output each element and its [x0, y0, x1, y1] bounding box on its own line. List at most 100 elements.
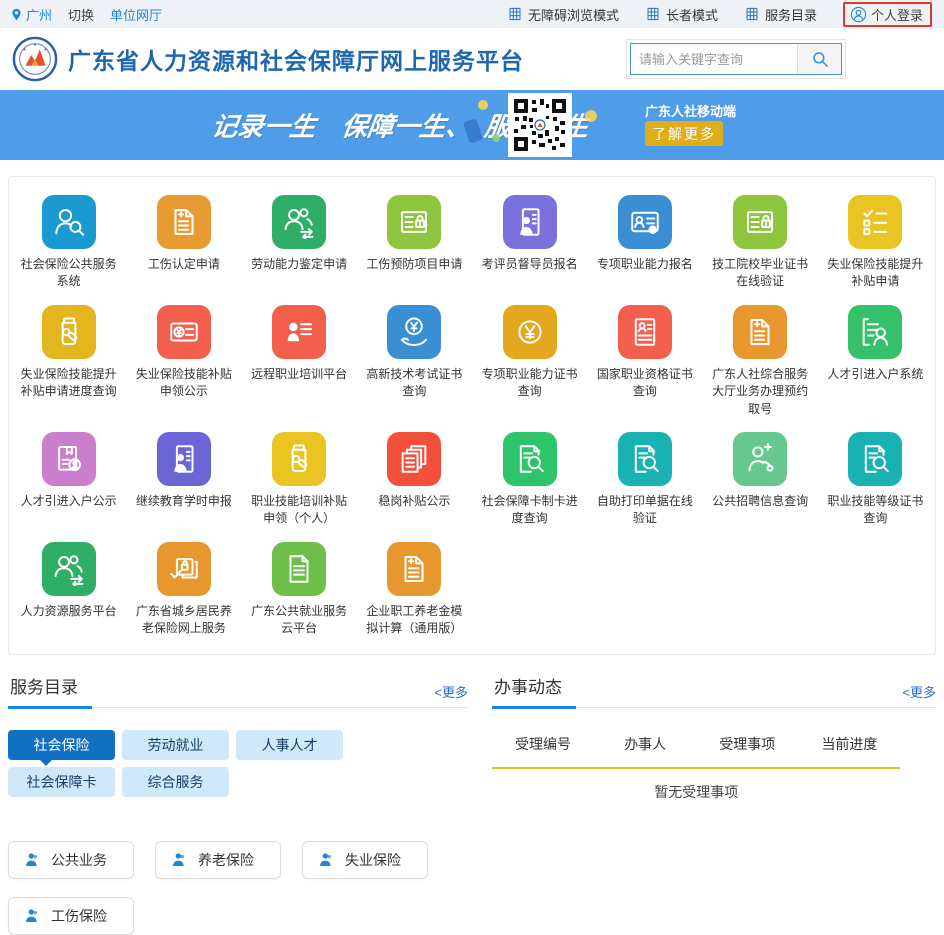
- category-button[interactable]: 失业保险: [302, 841, 428, 879]
- service-tile[interactable]: 社会保险公共服务系统: [11, 191, 126, 297]
- banner-decoration: [585, 110, 597, 122]
- service-tile[interactable]: 失业保险技能补贴申领公示: [126, 301, 241, 424]
- doc-plus-icon: [157, 195, 211, 249]
- topbar: 广州 切换 单位网厅 无障碍浏览模式 长者模式 服务目录 个人登录: [0, 0, 944, 28]
- person-list-icon: [272, 305, 326, 359]
- category-buttons: 公共业务 养老保险 失业保险 工伤保险: [8, 841, 458, 935]
- service-tile-label: 人才引进入户公示: [19, 493, 119, 510]
- site-logo: [12, 36, 58, 82]
- checklist-icon: [848, 195, 902, 249]
- service-tile[interactable]: 社会保障卡制卡进度查询: [472, 428, 587, 534]
- personal-login-button[interactable]: 个人登录: [843, 2, 932, 27]
- service-directory-tab[interactable]: 社会保障卡: [8, 767, 115, 797]
- accessibility-mode-link[interactable]: 无障碍浏览模式: [507, 5, 619, 24]
- service-tile[interactable]: 失业保险技能提升补贴申请进度查询: [11, 301, 126, 424]
- switch-city-link[interactable]: 切换: [68, 5, 94, 24]
- activity-more-link[interactable]: <更多: [902, 682, 936, 707]
- bottle-icon: [42, 305, 96, 359]
- doc-plus-icon: [733, 305, 787, 359]
- service-tile-label: 广东公共就业服务云平台: [244, 603, 355, 638]
- doc-search-icon: [848, 432, 902, 486]
- service-tile-label: 劳动能力鉴定申请: [249, 256, 349, 273]
- unit-hall-link[interactable]: 单位网厅: [110, 5, 162, 24]
- site-title: 广东省人力资源和社会保障厅网上服务平台: [68, 42, 524, 76]
- person-icon: [24, 908, 40, 924]
- service-tile[interactable]: 职业技能等级证书查询: [818, 428, 933, 534]
- service-tile[interactable]: 人才引进入户公示: [11, 428, 126, 534]
- grid-icon: [744, 6, 760, 22]
- activity-empty-text: 暂无受理事项: [492, 782, 900, 802]
- search-button[interactable]: [797, 44, 841, 74]
- service-tile[interactable]: 广东公共就业服务云平台: [242, 538, 357, 644]
- elder-mode-link[interactable]: 长者模式: [645, 5, 718, 24]
- search-input[interactable]: [631, 44, 797, 74]
- service-tile[interactable]: 广东人社综合服务大厅业务办理预约取号: [703, 301, 818, 424]
- category-button-label: 公共业务: [51, 850, 107, 870]
- hand-yen-icon: [387, 305, 441, 359]
- activity-title: 办事动态: [492, 671, 564, 707]
- service-tile-label: 职业技能等级证书查询: [820, 493, 931, 528]
- service-directory-tab[interactable]: 社会保险: [8, 730, 115, 760]
- person-doc-icon: [503, 195, 557, 249]
- category-button[interactable]: 公共业务: [8, 841, 134, 879]
- service-tile[interactable]: 稳岗补贴公示: [357, 428, 472, 534]
- service-tile[interactable]: 技工院校毕业证书在线验证: [703, 191, 818, 297]
- resume-icon: [618, 305, 672, 359]
- doc-icon: [272, 542, 326, 596]
- service-directory-tab[interactable]: 综合服务: [122, 767, 229, 797]
- service-tile[interactable]: 远程职业培训平台: [242, 301, 357, 424]
- service-tile-label: 人力资源服务平台: [19, 603, 119, 620]
- service-tile-label: 人才引进入户系统: [825, 366, 925, 383]
- activity-column-header: 受理事项: [696, 734, 798, 754]
- service-directory-link[interactable]: 服务目录: [744, 5, 817, 24]
- service-tile[interactable]: 国家职业资格证书查询: [587, 301, 702, 424]
- category-button[interactable]: 养老保险: [155, 841, 281, 879]
- service-tile[interactable]: 人才引进入户系统: [818, 301, 933, 424]
- service-tile-label: 企业职工养老金模拟计算（通用版）: [359, 603, 470, 638]
- service-tile-label: 社会保险公共服务系统: [13, 256, 124, 291]
- city-selector[interactable]: 广州: [10, 5, 52, 24]
- id-lock-icon: [733, 195, 787, 249]
- service-tile-label: 继续教育学时申报: [134, 493, 234, 510]
- service-tile-label: 失业保险技能提升补贴申请进度查询: [13, 366, 124, 401]
- activity-table-header: 受理编号办事人受理事项当前进度: [492, 734, 900, 754]
- service-tile[interactable]: 高新技术考试证书查询: [357, 301, 472, 424]
- user-circle-icon: [850, 6, 867, 23]
- service-tile[interactable]: 人力资源服务平台: [11, 538, 126, 644]
- people-arrows-icon: [272, 195, 326, 249]
- grid-icon: [645, 6, 661, 22]
- service-directory-tab[interactable]: 劳动就业: [122, 730, 229, 760]
- service-tile-label: 社会保障卡制卡进度查询: [474, 493, 585, 528]
- header: 广东省人力资源和社会保障厅网上服务平台: [0, 28, 944, 90]
- list-person-icon: [848, 305, 902, 359]
- category-button[interactable]: 工伤保险: [8, 897, 134, 935]
- person-search-icon: [42, 195, 96, 249]
- activity-column-header: 受理编号: [492, 734, 594, 754]
- service-tile-label: 广东人社综合服务大厅业务办理预约取号: [705, 366, 816, 418]
- activity-section: 办事动态 <更多 受理编号办事人受理事项当前进度 暂无受理事项: [492, 671, 936, 935]
- service-directory-tab[interactable]: 人事人才: [236, 730, 343, 760]
- elder-mode-label: 长者模式: [666, 5, 718, 24]
- docs-stack-icon: [387, 432, 441, 486]
- person-icon: [24, 852, 40, 868]
- service-tile[interactable]: 公共招聘信息查询: [703, 428, 818, 534]
- service-tile[interactable]: 专项职业能力证书查询: [472, 301, 587, 424]
- service-tile[interactable]: 职业技能培训补贴申领（个人）: [242, 428, 357, 534]
- learn-more-button[interactable]: 了解更多: [645, 121, 723, 146]
- service-tile[interactable]: 继续教育学时申报: [126, 428, 241, 534]
- service-directory-more-link[interactable]: <更多: [434, 682, 468, 707]
- doc-dollar-icon: [42, 432, 96, 486]
- doc-search-icon: [503, 432, 557, 486]
- service-tile[interactable]: 自助打印单据在线验证: [587, 428, 702, 534]
- service-tile[interactable]: 失业保险技能提升补贴申请: [818, 191, 933, 297]
- service-tile[interactable]: 劳动能力鉴定申请: [242, 191, 357, 297]
- service-tile[interactable]: 考评员督导员报名: [472, 191, 587, 297]
- personal-login-label: 个人登录: [871, 5, 923, 24]
- search-area: [626, 39, 846, 79]
- service-tile[interactable]: 工伤预防项目申请: [357, 191, 472, 297]
- service-tile[interactable]: 工伤认定申请: [126, 191, 241, 297]
- service-tile[interactable]: 广东省城乡居民养老保险网上服务: [126, 538, 241, 644]
- activity-column-header: 办事人: [594, 734, 696, 754]
- service-tile[interactable]: 专项职业能力报名: [587, 191, 702, 297]
- service-tile[interactable]: 企业职工养老金模拟计算（通用版）: [357, 538, 472, 644]
